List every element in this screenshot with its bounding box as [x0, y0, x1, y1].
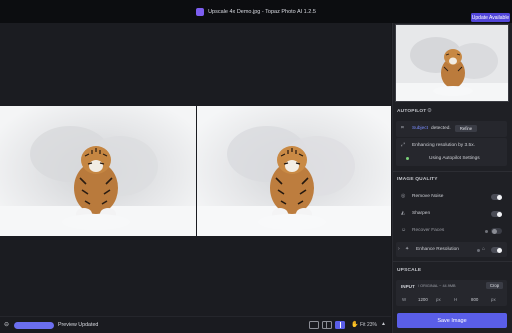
toggle-knob	[496, 211, 502, 217]
height-label: H	[454, 297, 458, 302]
tiger-photo-original	[0, 106, 196, 236]
toggle-knob	[496, 247, 502, 253]
subject-icon: ⌗	[401, 125, 404, 131]
enhance-resolution-row[interactable]: › ✦ Enhance Resolution ⌂	[396, 242, 507, 257]
gear-icon[interactable]: ⚙	[427, 108, 432, 114]
status-dot	[406, 157, 409, 160]
window-title: Upscale 4x Demo.jpg - Topaz Photo AI 1.2…	[208, 8, 316, 15]
sharpen-toggle[interactable]	[491, 211, 502, 217]
upscale-heading: UPSCALE	[397, 268, 422, 273]
side-by-side-view-button[interactable]	[335, 321, 345, 329]
lock-icon[interactable]: ⌂	[482, 247, 485, 252]
bottom-toolbar: ⊖ Preview Updated ✋ Fit 23% ▲	[0, 316, 391, 333]
tiger-photo-enhanced	[197, 106, 391, 236]
autopilot-settings-text: Using Autopilot Settings	[429, 155, 480, 161]
input-label: INPUT	[401, 284, 415, 289]
chevron-up-icon[interactable]: ▲	[381, 322, 386, 327]
crop-button[interactable]: Crop	[486, 282, 503, 289]
sharpen-label: Sharpen	[412, 211, 431, 216]
recover-faces-label: Recover Faces	[412, 228, 445, 233]
autopilot-summary: ⤢ Enhancing resolution by 3.5x. Using Au…	[396, 138, 507, 166]
enhancing-text: Enhancing resolution by 3.5x.	[412, 143, 475, 148]
refine-button[interactable]: Refine	[455, 125, 477, 132]
remove-noise-label: Remove Noise	[412, 194, 444, 199]
title-group: Upscale 4x Demo.jpg - Topaz Photo AI 1.2…	[0, 0, 512, 23]
app-window: Upscale 4x Demo.jpg - Topaz Photo AI 1.2…	[0, 0, 512, 333]
zoom-level[interactable]: Fit 23%	[360, 322, 377, 328]
autopilot-heading: AUTOPILOT	[397, 109, 427, 114]
enhanced-preview[interactable]	[197, 106, 391, 236]
split-view-button[interactable]	[322, 321, 332, 329]
progress-fill	[14, 322, 54, 329]
height-unit: px	[491, 297, 496, 302]
original-preview[interactable]	[0, 106, 196, 236]
enhance-resolution-label: Enhance Resolution	[416, 247, 459, 252]
width-label: W	[402, 297, 407, 302]
divider	[393, 171, 512, 172]
sparkle-icon: ✦	[405, 246, 410, 252]
width-unit: px	[436, 297, 441, 302]
image-quality-heading: IMAGE QUALITY	[397, 177, 438, 182]
title-bar: Upscale 4x Demo.jpg - Topaz Photo AI 1.2…	[0, 0, 512, 23]
tiger-thumbnail	[396, 25, 508, 101]
zoom-out-icon[interactable]: ⊖	[4, 322, 9, 328]
navigator-thumbnail[interactable]	[395, 24, 509, 102]
update-available-button[interactable]: Update Available	[471, 13, 510, 22]
resize-icon: ⤢	[401, 142, 406, 148]
input-size-panel: INPUT / ORIGINAL ~ 44.9MB Crop W 1200 px…	[396, 280, 507, 306]
recover-faces-toggle[interactable]	[491, 228, 502, 234]
settings-panel: AUTOPILOT ⚙ ⌗ Subject detected. Refine ⤢…	[392, 23, 512, 333]
chevron-right-icon[interactable]: ›	[398, 247, 400, 252]
input-detail: / ORIGINAL ~ 44.9MB	[418, 284, 456, 289]
height-input[interactable]: 800	[471, 297, 478, 302]
single-view-button[interactable]	[309, 321, 319, 329]
side-by-side-divider	[340, 322, 341, 328]
hand-tool-icon[interactable]: ✋	[351, 322, 358, 328]
remove-noise-toggle[interactable]	[491, 194, 502, 200]
toggle-knob	[496, 194, 502, 200]
crop-label: Crop	[489, 283, 500, 288]
subject-detected-row: ⌗ Subject detected. Refine	[396, 121, 507, 137]
face-icon: ☺	[401, 227, 407, 233]
enhance-resolution-toggle[interactable]	[491, 247, 502, 253]
noise-icon: ◎	[401, 193, 406, 199]
image-viewer[interactable]	[0, 23, 391, 316]
split-divider	[326, 322, 327, 328]
preview-status: Preview Updated	[58, 322, 99, 328]
active-dot	[477, 249, 480, 252]
preview-progress-bar	[14, 322, 54, 329]
divider	[393, 261, 512, 262]
inactive-dot	[485, 230, 488, 233]
sharpen-icon: ◭	[401, 210, 405, 216]
app-logo-icon	[196, 7, 205, 16]
toggle-knob	[491, 228, 497, 234]
subject-link[interactable]: Subject	[412, 126, 428, 131]
width-input[interactable]: 1200	[418, 297, 428, 302]
detected-text: detected.	[431, 126, 451, 131]
save-image-button[interactable]: Save Image	[397, 313, 507, 328]
